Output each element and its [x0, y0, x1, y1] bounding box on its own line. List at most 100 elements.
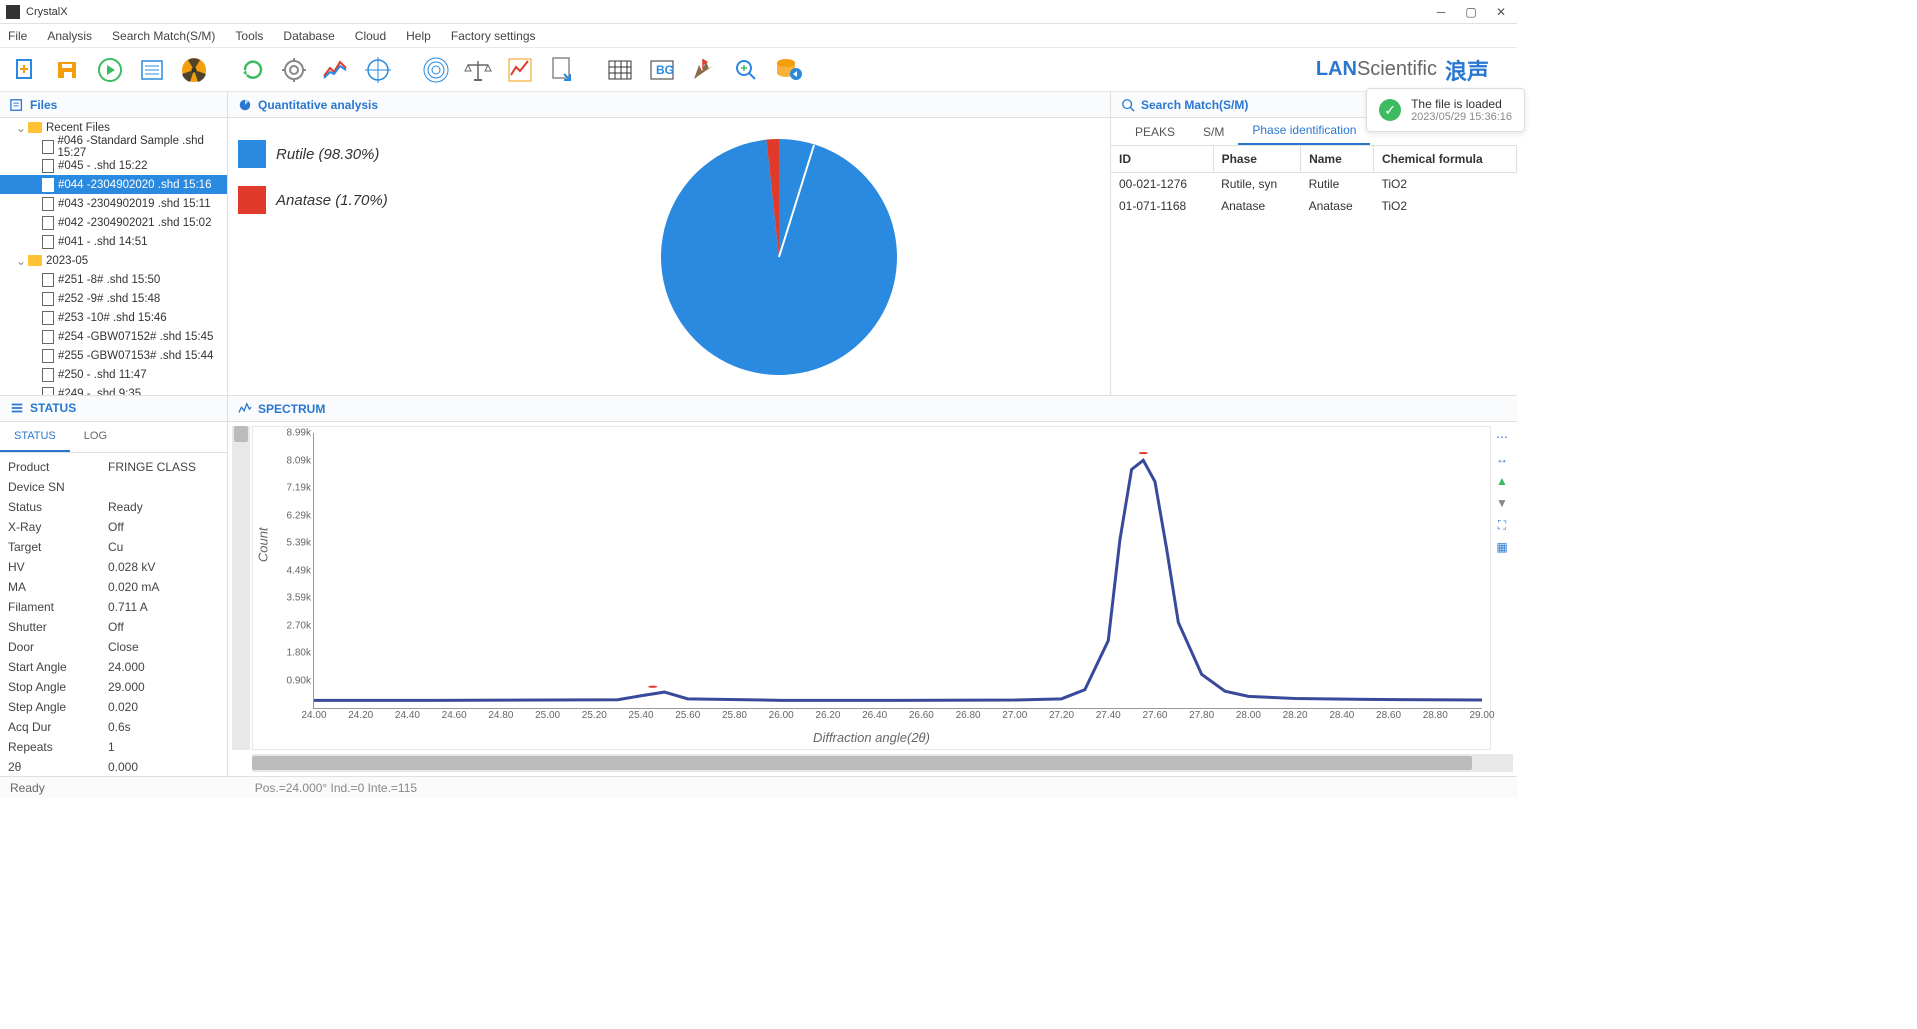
folder-node[interactable]: ⌄2023-05: [0, 251, 227, 270]
y-tick: 6.29k: [287, 510, 314, 521]
x-tick: 26.00: [769, 708, 794, 721]
refresh-icon[interactable]: [234, 52, 270, 88]
x-tick: 24.00: [301, 708, 326, 721]
file-node[interactable]: #254 -GBW07152# .shd 15:45: [0, 327, 227, 346]
y-tick: 0.90k: [287, 675, 314, 686]
x-tick: 29.00: [1469, 708, 1494, 721]
file-node[interactable]: #251 -8# .shd 15:50: [0, 270, 227, 289]
x-tick: 25.80: [722, 708, 747, 721]
file-node[interactable]: #253 -10# .shd 15:46: [0, 308, 227, 327]
close-button[interactable]: ✕: [1495, 6, 1507, 18]
grid-tool-icon[interactable]: ▦: [1493, 538, 1511, 556]
more-icon[interactable]: ⋯: [1493, 428, 1511, 446]
file-node[interactable]: #045 - .shd 15:22: [0, 156, 227, 175]
y-tick: 8.99k: [287, 428, 314, 439]
maximize-button[interactable]: ▢: [1465, 6, 1477, 18]
files-panel: Files ⌄Recent Files#046 -Standard Sample…: [0, 92, 228, 395]
x-tick: 25.20: [582, 708, 607, 721]
fullscreen-icon[interactable]: ⛶: [1493, 516, 1511, 534]
save-icon[interactable]: [50, 52, 86, 88]
status-row: X-RayOff: [0, 517, 227, 537]
target-icon[interactable]: [360, 52, 396, 88]
menu-searchmatchsm[interactable]: Search Match(S/M): [112, 29, 215, 43]
spectrum-header: SPECTRUM: [228, 396, 1517, 422]
menu-cloud[interactable]: Cloud: [355, 29, 386, 43]
spectrum-panel: SPECTRUM 0.90k1.80k2.70k3.59k4.49k5.39k6…: [228, 396, 1517, 776]
expand-h-icon[interactable]: ↔: [1493, 450, 1511, 468]
gear-icon[interactable]: [276, 52, 312, 88]
search-tab[interactable]: Phase identification: [1238, 117, 1370, 145]
new-file-icon[interactable]: [8, 52, 44, 88]
status-tab[interactable]: LOG: [70, 422, 121, 452]
grid-icon[interactable]: [602, 52, 638, 88]
file-node[interactable]: #249 - .shd 9:35: [0, 384, 227, 395]
x-tick: 26.20: [815, 708, 840, 721]
y-tick: 2.70k: [287, 620, 314, 631]
menu-tools[interactable]: Tools: [235, 29, 263, 43]
search-tab[interactable]: PEAKS: [1121, 119, 1189, 145]
balance-icon[interactable]: [460, 52, 496, 88]
menu-analysis[interactable]: Analysis: [47, 29, 92, 43]
toast-notification: ✓ The file is loaded 2023/05/29 15:36:16: [1366, 88, 1525, 132]
db-icon[interactable]: [770, 52, 806, 88]
legend-item: Rutile (98.30%): [238, 140, 458, 168]
menu-factorysettings[interactable]: Factory settings: [451, 29, 536, 43]
status-row: Device SN: [0, 477, 227, 497]
file-node[interactable]: #042 -2304902021 .shd 15:02: [0, 213, 227, 232]
trend-icon[interactable]: [502, 52, 538, 88]
title-bar: CrystalX ─ ▢ ✕: [0, 0, 1517, 24]
column-header[interactable]: ID: [1111, 146, 1213, 173]
status-bar: Ready Pos.=24.000° Ind.=0 Inte.=115: [0, 776, 1517, 798]
file-node[interactable]: #044 -2304902020 .shd 15:16: [0, 175, 227, 194]
file-node[interactable]: #043 -2304902019 .shd 15:11: [0, 194, 227, 213]
check-icon: ✓: [1379, 99, 1401, 121]
status-row: 2θ0.000: [0, 757, 227, 776]
status-tab[interactable]: STATUS: [0, 422, 70, 452]
x-tick: 27.60: [1142, 708, 1167, 721]
down-arrow-icon[interactable]: ▼: [1493, 494, 1511, 512]
file-node[interactable]: #041 - .shd 14:51: [0, 232, 227, 251]
menu-file[interactable]: File: [8, 29, 27, 43]
app-title: CrystalX: [26, 6, 1435, 18]
chart-icon[interactable]: [318, 52, 354, 88]
files-header: Files: [0, 92, 227, 118]
file-node[interactable]: #250 - .shd 11:47: [0, 365, 227, 384]
zoom-icon[interactable]: [728, 52, 764, 88]
minimize-button[interactable]: ─: [1435, 6, 1447, 18]
spectrum-hscroll[interactable]: [252, 754, 1513, 772]
file-node[interactable]: #046 -Standard Sample .shd 15:27: [0, 137, 227, 156]
file-tree[interactable]: ⌄Recent Files#046 -Standard Sample .shd …: [0, 118, 227, 395]
x-tick: 27.40: [1096, 708, 1121, 721]
list-icon[interactable]: [134, 52, 170, 88]
export-icon[interactable]: [544, 52, 580, 88]
spectrum-chart[interactable]: 0.90k1.80k2.70k3.59k4.49k5.39k6.29k7.19k…: [252, 426, 1491, 750]
x-tick: 26.60: [909, 708, 934, 721]
flag-icon[interactable]: [686, 52, 722, 88]
bg-icon[interactable]: BG: [644, 52, 680, 88]
y-tick: 3.59k: [287, 593, 314, 604]
status-row: HV0.028 kV: [0, 557, 227, 577]
menu-bar: File Analysis Search Match(S/M) Tools Databa…: [0, 24, 1517, 48]
radiation-icon[interactable]: [176, 52, 212, 88]
search-tab[interactable]: S/M: [1189, 119, 1238, 145]
spectrum-side-tools: ⋯ ↔ ▲ ▼ ⛶ ▦: [1491, 426, 1513, 750]
menu-database[interactable]: Database: [283, 29, 334, 43]
column-header[interactable]: Name: [1301, 146, 1374, 173]
table-row[interactable]: 00-021-1276Rutile, synRutileTiO2: [1111, 173, 1517, 196]
x-tick: 28.60: [1376, 708, 1401, 721]
fingerprint-icon[interactable]: [418, 52, 454, 88]
column-header[interactable]: Chemical formula: [1374, 146, 1517, 173]
x-tick: 24.40: [395, 708, 420, 721]
file-node[interactable]: #255 -GBW07153# .shd 15:44: [0, 346, 227, 365]
menu-help[interactable]: Help: [406, 29, 431, 43]
toast-message: The file is loaded: [1411, 97, 1512, 111]
brand-logo: LANScientific 浪声: [1316, 54, 1509, 86]
file-node[interactable]: #252 -9# .shd 15:48: [0, 289, 227, 308]
column-header[interactable]: Phase: [1213, 146, 1300, 173]
toast-timestamp: 2023/05/29 15:36:16: [1411, 111, 1512, 123]
spectrum-vscroll[interactable]: [232, 426, 250, 750]
up-arrow-icon[interactable]: ▲: [1493, 472, 1511, 490]
table-row[interactable]: 01-071-1168AnataseAnataseTiO2: [1111, 195, 1517, 217]
play-icon[interactable]: [92, 52, 128, 88]
status-list: ProductFRINGE CLASSDevice SNStatusReadyX…: [0, 453, 227, 776]
